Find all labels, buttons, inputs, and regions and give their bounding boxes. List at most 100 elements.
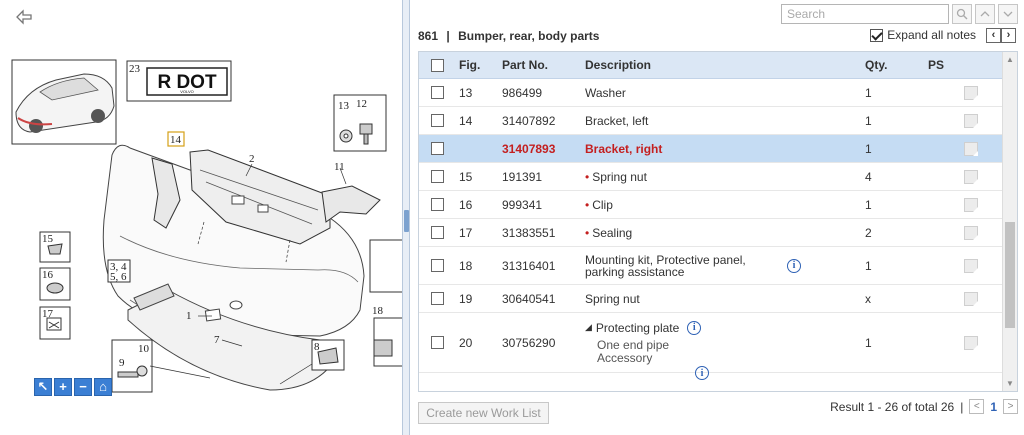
next-section-button[interactable]: ›: [1001, 28, 1016, 43]
row-checkbox[interactable]: [431, 198, 444, 211]
section-separator: |: [446, 29, 450, 43]
row-fig: 18: [459, 258, 473, 273]
callout-8: 8: [314, 341, 320, 353]
row-part-no[interactable]: 30640541: [502, 285, 555, 312]
table-row[interactable]: 20 30756290 ◢ Protecting plate i One end…: [419, 313, 1002, 373]
row-part-no[interactable]: 986499: [502, 79, 542, 106]
row-checkbox[interactable]: [431, 259, 444, 272]
row-checkbox[interactable]: [431, 114, 444, 127]
scrollbar-thumb[interactable]: [1005, 222, 1015, 328]
row-qty: 1: [865, 113, 872, 128]
note-icon[interactable]: [964, 85, 978, 100]
note-icon[interactable]: [964, 113, 978, 128]
row-checkbox[interactable]: [431, 292, 444, 305]
row-checkbox[interactable]: [431, 170, 444, 183]
note-icon[interactable]: [964, 291, 978, 306]
row-checkbox[interactable]: [431, 86, 444, 99]
scroll-down-icon[interactable]: ▼: [1003, 376, 1017, 391]
diagram-toolbar: ↖ + − ⌂: [34, 378, 112, 396]
note-icon[interactable]: [964, 258, 978, 273]
table-row[interactable]: 19 30640541 Spring nut x: [419, 285, 1002, 313]
pane-splitter[interactable]: [402, 0, 410, 435]
row-description: Protecting plate: [595, 320, 680, 335]
col-fig[interactable]: Fig.: [459, 52, 480, 78]
callout-10: 10: [138, 343, 150, 355]
row-part-no[interactable]: 31407893: [502, 135, 555, 162]
splitter-grip[interactable]: [404, 210, 409, 232]
table-row[interactable]: 16 999341 • Clip 1: [419, 191, 1002, 219]
row-description: Sealing: [592, 225, 633, 240]
table-row[interactable]: 14 31407892 Bracket, left 1: [419, 107, 1002, 135]
callout-13: 13: [338, 100, 350, 112]
scroll-up-icon[interactable]: ▲: [1003, 52, 1017, 67]
search-icon[interactable]: [952, 4, 972, 24]
table-row[interactable]: 15 191391 • Spring nut 4: [419, 163, 1002, 191]
row-fig: 13: [459, 85, 473, 100]
info-icon[interactable]: i: [695, 366, 709, 380]
next-page-button[interactable]: >: [1003, 399, 1018, 414]
row-description: Spring nut: [585, 291, 640, 306]
col-part-no[interactable]: Part No.: [502, 52, 548, 78]
search-next-icon[interactable]: [998, 4, 1018, 24]
row-checkbox[interactable]: [431, 336, 444, 349]
expand-notes-checkbox[interactable]: [870, 28, 884, 42]
info-icon[interactable]: i: [687, 320, 702, 335]
callout-17: 17: [42, 308, 54, 320]
col-ps[interactable]: PS: [928, 52, 944, 78]
row-part-no[interactable]: 31316401: [502, 247, 555, 284]
table-row[interactable]: 18 31316401 Mounting kit, Protective pan…: [419, 247, 1002, 285]
row-checkbox[interactable]: [431, 226, 444, 239]
table-row-selected[interactable]: 31407893 Bracket, right 1: [419, 135, 1002, 163]
row-part-no[interactable]: 999341: [502, 191, 542, 218]
note-icon[interactable]: [964, 169, 978, 184]
row-part-no[interactable]: 31383551: [502, 219, 555, 246]
select-all-checkbox[interactable]: [431, 58, 444, 72]
collapse-icon[interactable]: ◢: [585, 322, 592, 333]
table-body: 13 986499 Washer 1 14 31407892 Bracket, …: [419, 79, 1002, 391]
table-row[interactable]: 13 986499 Washer 1: [419, 79, 1002, 107]
bracket-right: [321, 185, 381, 223]
note-icon[interactable]: [964, 335, 978, 350]
row-part-no[interactable]: 30756290: [502, 313, 555, 372]
parts-pane: 861 | Bumper, rear, body parts Expand al…: [410, 0, 1024, 435]
section-heading: 861 | Bumper, rear, body parts: [418, 29, 599, 43]
zoom-in-button[interactable]: +: [54, 378, 72, 396]
callout-23: 23: [129, 63, 141, 75]
col-qty[interactable]: Qty.: [865, 52, 887, 78]
exploded-parts-diagram[interactable]: 23 R DOT VOLVO 14 2 13 12 11 15 16 17 3,…: [0, 0, 402, 435]
table-scrollbar[interactable]: ▲ ▼: [1002, 52, 1017, 391]
callout-7: 7: [214, 334, 220, 346]
row-fig: 19: [459, 291, 473, 306]
search-input[interactable]: [781, 4, 949, 24]
row-fig: 15: [459, 169, 473, 184]
row-note-line: One end pipe: [597, 337, 670, 352]
section-title: Bumper, rear, body parts: [458, 29, 600, 43]
note-icon[interactable]: [964, 197, 978, 212]
select-tool-button[interactable]: ↖: [34, 378, 52, 396]
row-part-no[interactable]: 191391: [502, 163, 542, 190]
col-description[interactable]: Description: [585, 52, 651, 78]
row-checkbox[interactable]: [431, 142, 444, 155]
pagination: Result 1 - 26 of total 26 | < 1 >: [830, 399, 1018, 414]
bullet-marker: •: [585, 197, 590, 212]
diagram-pane[interactable]: 23 R DOT VOLVO 14 2 13 12 11 15 16 17 3,…: [0, 0, 402, 435]
current-page[interactable]: 1: [990, 400, 997, 414]
zoom-out-button[interactable]: −: [74, 378, 92, 396]
prev-page-button[interactable]: <: [969, 399, 985, 414]
callout-5-6: 5, 6: [110, 271, 127, 283]
create-work-list-button[interactable]: Create new Work List: [418, 402, 549, 424]
row-part-no[interactable]: 31407892: [502, 107, 555, 134]
table-row-partial[interactable]: i: [419, 366, 1002, 391]
row-qty: 1: [865, 335, 872, 350]
home-view-button[interactable]: ⌂: [94, 378, 112, 396]
note-icon[interactable]: [964, 225, 978, 240]
rdot-plate: 23 R DOT VOLVO: [126, 60, 232, 102]
search-prev-icon[interactable]: [975, 4, 995, 24]
info-icon[interactable]: i: [787, 258, 801, 273]
table-row[interactable]: 17 31383551 • Sealing 2: [419, 219, 1002, 247]
prev-section-button[interactable]: ‹: [986, 28, 1001, 43]
search-bar: [781, 4, 1018, 24]
expand-all-notes[interactable]: Expand all notes: [870, 28, 976, 42]
note-icon[interactable]: [964, 141, 978, 156]
callout-9: 9: [119, 357, 125, 369]
